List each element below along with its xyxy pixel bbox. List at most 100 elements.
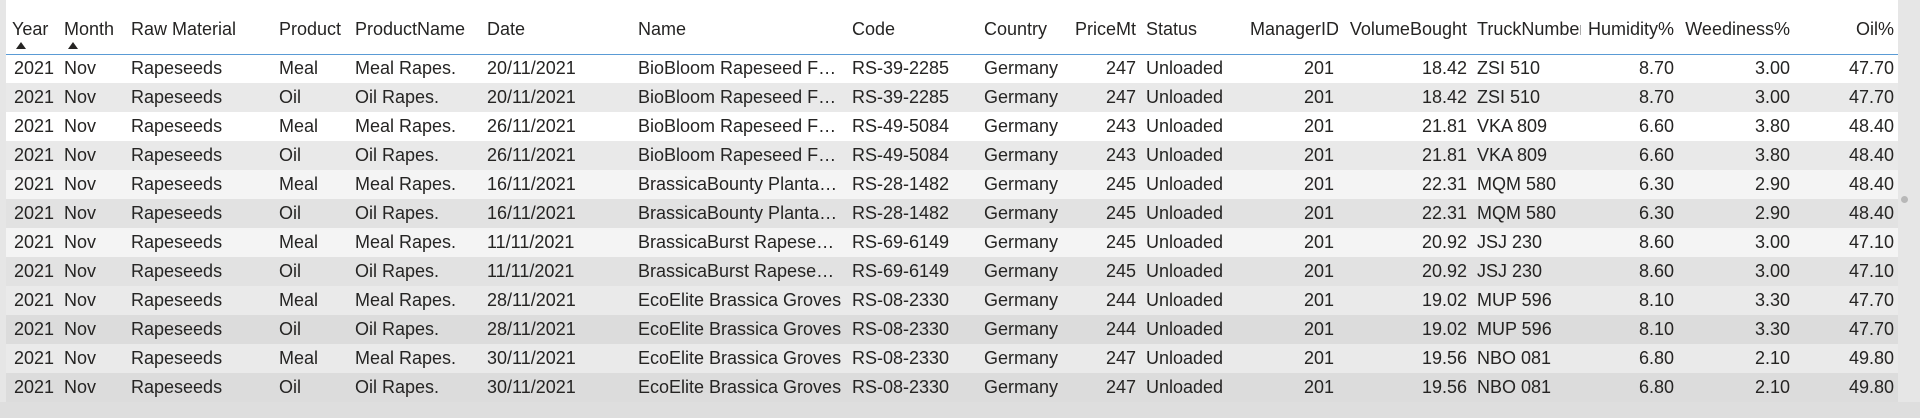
sort-ascending-icon[interactable] xyxy=(16,42,26,49)
table-cell: 2021 xyxy=(6,170,58,199)
horizontal-scrollbar-track[interactable] xyxy=(0,402,1920,418)
table-cell: RS-28-1482 xyxy=(846,170,978,199)
data-table: Year Month Raw Material Product ProductName D… xyxy=(6,0,1898,402)
column-header-pricemt[interactable]: PriceMt xyxy=(1068,0,1140,55)
table-cell: BrassicaBounty Plantati... xyxy=(632,199,846,228)
table-cell: Unloaded xyxy=(1140,228,1244,257)
column-header-humidity[interactable]: Humidity% xyxy=(1581,0,1678,55)
column-header-label: TruckNumber xyxy=(1477,19,1581,39)
table-row[interactable]: 2021 Nov Rapeseeds Meal Meal Rapes. 11/11/202… xyxy=(6,228,1898,257)
column-header-code[interactable]: Code xyxy=(846,0,978,55)
table-cell: 244 xyxy=(1068,315,1140,344)
table-cell: 8.70 xyxy=(1581,83,1678,112)
column-header-label: Date xyxy=(487,19,526,39)
column-header-label: VolumeBought xyxy=(1349,19,1467,39)
table-cell: Rapeseeds xyxy=(125,141,273,170)
table-cell: Oil xyxy=(273,315,349,344)
table-cell: Nov xyxy=(58,112,125,141)
table-cell: 8.60 xyxy=(1581,228,1678,257)
column-header-managerid[interactable]: ManagerID xyxy=(1244,0,1338,55)
table-cell: Oil Rapes. xyxy=(349,199,481,228)
table-cell: Oil Rapes. xyxy=(349,373,481,402)
column-header-label: ManagerID xyxy=(1250,19,1338,39)
scroll-indicator[interactable] xyxy=(1901,196,1908,203)
column-header-raw-material[interactable]: Raw Material xyxy=(125,0,273,55)
table-cell: 3.00 xyxy=(1678,54,1794,83)
table-row[interactable]: 2021 Nov Rapeseeds Meal Meal Rapes. 26/11/202… xyxy=(6,112,1898,141)
table-cell: Germany xyxy=(978,199,1068,228)
sort-ascending-icon[interactable] xyxy=(68,42,78,49)
table-cell: 201 xyxy=(1244,373,1338,402)
table-cell: Germany xyxy=(978,344,1068,373)
table-cell: BioBloom Rapeseed Fa... xyxy=(632,54,846,83)
table-cell: BioBloom Rapeseed Fa... xyxy=(632,112,846,141)
table-cell: Unloaded xyxy=(1140,199,1244,228)
table-cell: 3.80 xyxy=(1678,141,1794,170)
table-cell: RS-69-6149 xyxy=(846,257,978,286)
table-row[interactable]: 2021 Nov Rapeseeds Meal Meal Rapes. 20/11/202… xyxy=(6,54,1898,83)
table-cell: 26/11/2021 xyxy=(481,141,632,170)
column-header-label: PriceMt xyxy=(1074,19,1136,39)
table-cell: 243 xyxy=(1068,112,1140,141)
column-header-name[interactable]: Name xyxy=(632,0,846,55)
table-cell: 49.80 xyxy=(1794,373,1898,402)
table-cell: JSJ 230 xyxy=(1471,257,1581,286)
table-cell: 6.60 xyxy=(1581,112,1678,141)
table-cell: 3.00 xyxy=(1678,83,1794,112)
column-header-trucknumber[interactable]: TruckNumber xyxy=(1471,0,1581,55)
table-cell: 48.40 xyxy=(1794,112,1898,141)
table-cell: 245 xyxy=(1068,257,1140,286)
table-cell: 201 xyxy=(1244,199,1338,228)
table-cell: Germany xyxy=(978,257,1068,286)
column-header-weediness[interactable]: Weediness% xyxy=(1678,0,1794,55)
column-header-productname[interactable]: ProductName xyxy=(349,0,481,55)
table-row[interactable]: 2021 Nov Rapeseeds Meal Meal Rapes. 30/11/202… xyxy=(6,344,1898,373)
column-header-month[interactable]: Month xyxy=(58,0,125,55)
table-cell: 48.40 xyxy=(1794,199,1898,228)
column-header-volumebought[interactable]: VolumeBought xyxy=(1338,0,1471,55)
table-cell: Rapeseeds xyxy=(125,257,273,286)
table-row[interactable]: 2021 Nov Rapeseeds Oil Oil Rapes. 28/11/2021 E… xyxy=(6,315,1898,344)
table-cell: Nov xyxy=(58,170,125,199)
table-cell: Rapeseeds xyxy=(125,286,273,315)
table-cell: Rapeseeds xyxy=(125,228,273,257)
table-cell: Unloaded xyxy=(1140,54,1244,83)
table-row[interactable]: 2021 Nov Rapeseeds Oil Oil Rapes. 20/11/2021 B… xyxy=(6,83,1898,112)
table-row[interactable]: 2021 Nov Rapeseeds Oil Oil Rapes. 26/11/2021 B… xyxy=(6,141,1898,170)
table-cell: RS-49-5084 xyxy=(846,141,978,170)
column-header-label: Code xyxy=(852,19,896,39)
table-cell: 247 xyxy=(1068,54,1140,83)
column-header-date[interactable]: Date xyxy=(481,0,632,55)
table-cell: 2021 xyxy=(6,83,58,112)
table-row[interactable]: 2021 Nov Rapeseeds Meal Meal Rapes. 28/11/202… xyxy=(6,286,1898,315)
column-header-year[interactable]: Year xyxy=(6,0,58,55)
table-cell: Rapeseeds xyxy=(125,170,273,199)
table-cell: ZSI 510 xyxy=(1471,83,1581,112)
table-cell: Germany xyxy=(978,315,1068,344)
column-header-oil[interactable]: Oil% xyxy=(1794,0,1898,55)
table-cell: Oil xyxy=(273,373,349,402)
table-cell: Rapeseeds xyxy=(125,112,273,141)
column-header-status[interactable]: Status xyxy=(1140,0,1244,55)
table-row[interactable]: 2021 Nov Rapeseeds Oil Oil Rapes. 16/11/2021 B… xyxy=(6,199,1898,228)
column-header-country[interactable]: Country xyxy=(978,0,1068,55)
table-cell: 2021 xyxy=(6,286,58,315)
table-cell: Germany xyxy=(978,141,1068,170)
table-cell: RS-69-6149 xyxy=(846,228,978,257)
table-row[interactable]: 2021 Nov Rapeseeds Oil Oil Rapes. 11/11/2021 B… xyxy=(6,257,1898,286)
table-cell: BioBloom Rapeseed Fa... xyxy=(632,141,846,170)
table-cell: 2.10 xyxy=(1678,373,1794,402)
column-header-product[interactable]: Product xyxy=(273,0,349,55)
table-row[interactable]: 2021 Nov Rapeseeds Meal Meal Rapes. 16/11/202… xyxy=(6,170,1898,199)
table-row[interactable]: 2021 Nov Rapeseeds Oil Oil Rapes. 30/11/2021 E… xyxy=(6,373,1898,402)
table-cell: Nov xyxy=(58,83,125,112)
table-cell: Unloaded xyxy=(1140,257,1244,286)
table-cell: Meal xyxy=(273,286,349,315)
table-cell: 245 xyxy=(1068,170,1140,199)
table-cell: 8.10 xyxy=(1581,315,1678,344)
table-cell: MQM 580 xyxy=(1471,199,1581,228)
table-cell: EcoElite Brassica Groves xyxy=(632,315,846,344)
table-cell: 6.30 xyxy=(1581,170,1678,199)
table-cell: 28/11/2021 xyxy=(481,315,632,344)
table-cell: Germany xyxy=(978,373,1068,402)
